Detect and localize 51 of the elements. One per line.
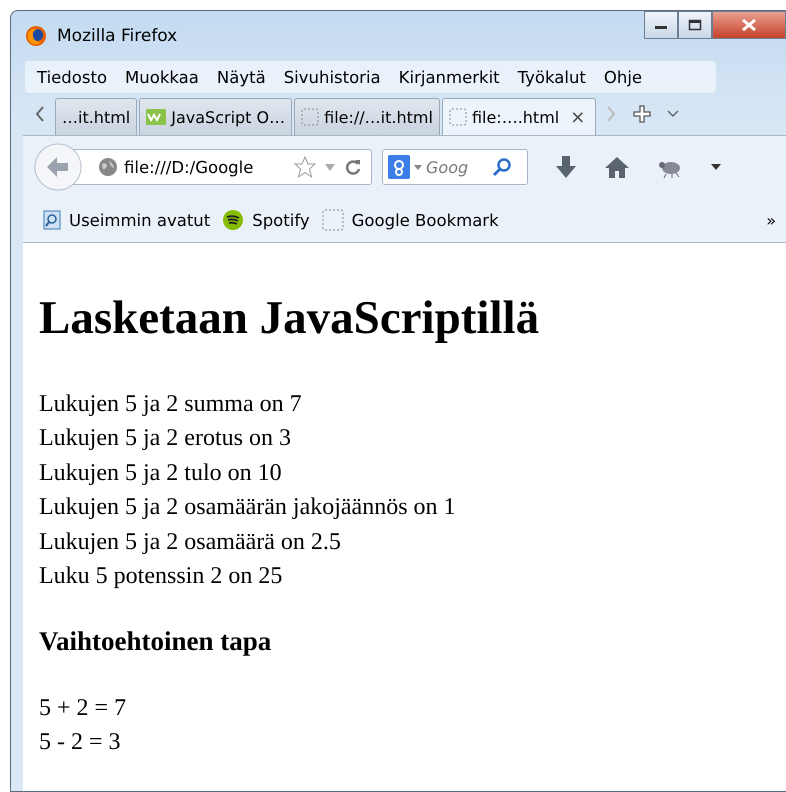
menu-dropdown-icon[interactable] (710, 163, 722, 171)
menu-item[interactable]: Kirjanmerkit (390, 68, 508, 86)
blank-page-icon (448, 108, 467, 126)
text-line: Lukujen 5 ja 2 tulo on 10 (39, 458, 283, 488)
blank-page-icon (322, 209, 344, 231)
firefox-logo-icon (25, 25, 47, 47)
reload-icon[interactable] (343, 157, 363, 177)
close-tab-button[interactable]: × (570, 106, 586, 128)
more-bookmarks-button[interactable]: » (766, 210, 776, 230)
text-line: Lukujen 5 ja 2 summa on 7 (39, 390, 303, 419)
download-icon[interactable] (554, 154, 578, 180)
menu-item[interactable]: Ohje (596, 68, 650, 86)
star-icon[interactable] (293, 155, 317, 179)
bookmark-item[interactable]: Useimmin avatut (43, 210, 210, 230)
browser-tab[interactable]: file:….html × (442, 98, 596, 135)
text-line: 5 - 2 = 3 (39, 728, 122, 758)
minimize-button[interactable] (644, 11, 678, 39)
browser-tab[interactable]: JavaScript O… (139, 98, 292, 135)
w3-icon (146, 109, 166, 125)
menu-item[interactable]: Työkalut (510, 68, 594, 86)
window-title: Mozilla Firefox (57, 26, 178, 46)
menu-item[interactable]: Sivuhistoria (276, 68, 389, 86)
maximize-button[interactable] (678, 11, 712, 39)
bookmark-item[interactable]: Spotify (222, 209, 310, 231)
text-line: Lukujen 5 ja 2 osamäärä on 2.5 (39, 528, 342, 557)
bookmark-item[interactable]: Google Bookmark (322, 209, 499, 231)
browser-tab[interactable]: …it.html (55, 98, 138, 135)
dropdown-icon[interactable] (413, 163, 423, 171)
close-button[interactable] (712, 11, 786, 39)
home-icon[interactable] (604, 155, 630, 179)
menu-item[interactable]: Tiedosto (29, 68, 116, 86)
blank-page-icon (301, 108, 320, 126)
search-icon[interactable] (491, 156, 513, 178)
text-line: Lukujen 5 ja 2 osamäärän jakojäännös on 1 (39, 493, 457, 522)
page-heading: Lasketaan JavaScriptillä (39, 293, 540, 345)
back-button[interactable] (33, 142, 83, 192)
maximize-icon (688, 19, 702, 31)
spotify-icon (222, 209, 244, 231)
new-tab-icon[interactable] (632, 104, 652, 124)
browser-tab[interactable]: file://…it.html (294, 98, 440, 135)
dropdown-icon[interactable] (666, 109, 680, 119)
text-line: Lukujen 5 ja 2 erotus on 3 (39, 424, 292, 454)
menu-item[interactable]: Näytä (208, 68, 274, 86)
google-icon (388, 155, 410, 179)
globe-icon (98, 157, 118, 177)
text-line: 5 + 2 = 7 (39, 694, 128, 723)
menu-item[interactable]: Muokkaa (117, 68, 207, 86)
text-line: Luku 5 potenssin 2 on 25 (39, 562, 284, 592)
magnifier-page-icon (43, 210, 61, 230)
close-icon (741, 18, 757, 32)
section-heading: Vaihtoehtoinen tapa (39, 626, 272, 657)
